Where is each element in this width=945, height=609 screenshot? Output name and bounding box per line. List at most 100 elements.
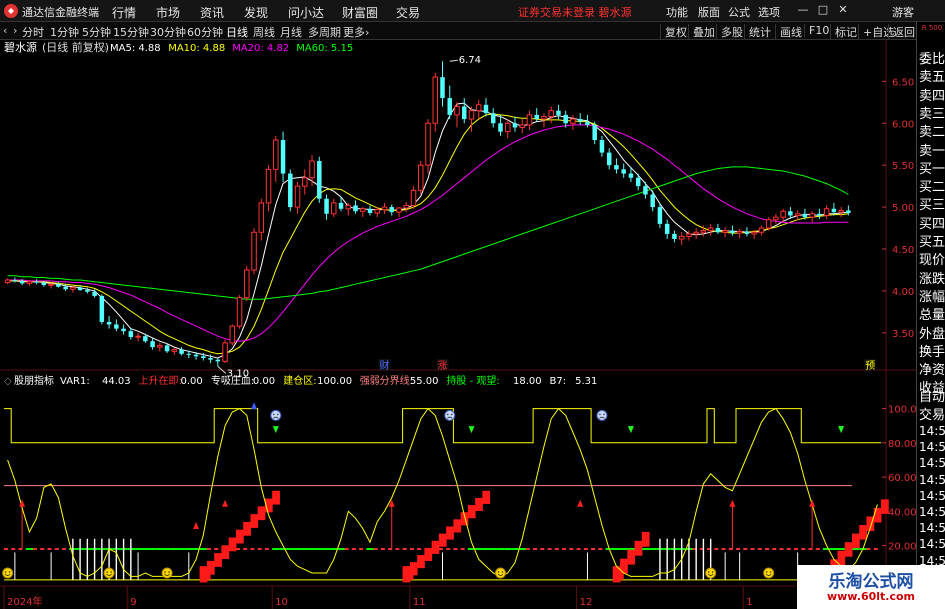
candle-body: [150, 341, 155, 348]
candle-body: [77, 287, 83, 291]
indicator-legend-label: 持股 - 观望:: [446, 374, 499, 387]
chevron-right-icon: ›: [365, 26, 370, 39]
build-position-step: [844, 542, 853, 557]
tab-15min[interactable]: 15分钟: [113, 24, 149, 40]
tab-5min[interactable]: 5分钟: [82, 24, 111, 40]
panel-label[interactable]: 买一: [919, 158, 945, 177]
build-position-step: [431, 540, 440, 554]
maximize-button[interactable]: □: [816, 3, 830, 17]
nav-next-icon[interactable]: ›: [13, 24, 17, 37]
y-tick-label: 4.50: [892, 245, 914, 256]
tab-1min[interactable]: 1分钟: [50, 24, 79, 40]
trade-label[interactable]: 交易: [919, 404, 945, 423]
indicator-y-label: 40.00: [888, 507, 916, 518]
panel-label[interactable]: 外盘: [919, 323, 945, 342]
panel-label[interactable]: 涨跌: [919, 268, 945, 287]
indicator-legend-value: 100.00: [317, 376, 352, 387]
candle-body: [788, 211, 793, 216]
panel-label[interactable]: 换手: [919, 341, 945, 360]
ma-legend-item: MA20: 4.82: [232, 43, 289, 54]
legend-separator-icon: ◇: [99, 43, 107, 54]
tab-timeshare[interactable]: 分时: [22, 24, 44, 40]
candle-body: [635, 177, 641, 187]
guest-label[interactable]: 游客: [892, 4, 914, 20]
auto-trade-label[interactable]: 自动: [919, 386, 945, 405]
panel-header: R 500: [921, 24, 943, 32]
indicator-name: 股朋指标: [14, 374, 54, 387]
tab-30min[interactable]: 30分钟: [150, 24, 186, 40]
candle-body: [773, 216, 779, 221]
panel-label[interactable]: 卖二: [919, 121, 945, 140]
face-eye: [599, 413, 601, 416]
x-tick-label: 12: [580, 597, 593, 608]
menu-function[interactable]: 功能: [666, 4, 688, 20]
stats-button[interactable]: 统计: [744, 24, 771, 40]
menu-news[interactable]: 资讯: [200, 4, 224, 21]
candle-body: [106, 321, 112, 325]
multi-stock-button[interactable]: 多股: [716, 24, 743, 40]
build-position-step: [243, 521, 251, 536]
tab-monthly[interactable]: 月线: [280, 24, 302, 40]
panel-label[interactable]: 总量: [919, 304, 945, 323]
adjust-button[interactable]: 复权: [660, 24, 687, 40]
nav-prev-icon[interactable]: ‹: [3, 24, 7, 37]
tab-daily[interactable]: 日线: [226, 24, 248, 40]
indicator-legend-label: B7:: [550, 376, 567, 387]
minimize-button[interactable]: —: [796, 3, 810, 17]
panel-label[interactable]: 买五: [919, 231, 945, 250]
menu-layout[interactable]: 版面: [698, 4, 720, 20]
candle-body: [157, 344, 163, 348]
candle-body: [410, 189, 417, 206]
tab-more[interactable]: 更多›: [343, 24, 369, 40]
overlay-button[interactable]: 叠加: [688, 24, 715, 40]
menu-discover[interactable]: 发现: [244, 4, 268, 21]
panel-label[interactable]: 卖三: [919, 103, 945, 122]
face-eye: [769, 571, 772, 573]
tab-60min[interactable]: 60分钟: [187, 24, 223, 40]
panel-label[interactable]: 卖四: [919, 85, 945, 104]
build-position-step: [634, 540, 643, 556]
draw-button[interactable]: 画线: [775, 24, 802, 40]
menu-quotes[interactable]: 行情: [112, 4, 136, 21]
menu-ask[interactable]: 问小达: [288, 4, 324, 21]
menu-trade[interactable]: 交易: [396, 4, 420, 21]
menu-options[interactable]: 选项: [758, 4, 780, 20]
stock-chart[interactable]: 3.504.004.505.005.506.006.50碧水源 (日线 前复权)◇…: [0, 40, 916, 609]
f10-button[interactable]: F10: [804, 24, 829, 37]
login-status[interactable]: 证券交易未登录 碧水源: [518, 4, 632, 20]
tab-multi-period[interactable]: 多周期: [308, 24, 341, 40]
panel-label[interactable]: 买三: [919, 194, 945, 213]
panel-label[interactable]: 买四: [919, 213, 945, 232]
candle-body: [707, 227, 714, 232]
back-button[interactable]: 返回: [888, 24, 915, 40]
rise-arrow-icon: [222, 499, 229, 507]
candle-body: [317, 160, 322, 199]
menu-wealth[interactable]: 财富圈: [342, 4, 378, 21]
face-eye: [276, 413, 279, 416]
indicator-legend-label: 强弱分界线:: [360, 374, 413, 387]
candle-body: [367, 208, 373, 213]
fall-arrow-icon: [272, 426, 279, 434]
panel-label[interactable]: 卖五: [919, 66, 945, 85]
build-position-step: [235, 529, 244, 544]
candle-body: [19, 280, 25, 284]
panel-label[interactable]: 委比: [919, 48, 945, 67]
panel-label[interactable]: 买二: [919, 176, 945, 195]
candle-body: [686, 233, 692, 237]
panel-label[interactable]: 涨幅: [919, 286, 945, 305]
candle-body: [244, 269, 250, 299]
candle-body: [374, 209, 381, 214]
candle-body: [490, 113, 496, 124]
panel-label[interactable]: 现价: [919, 249, 945, 268]
menu-formula[interactable]: 公式: [728, 4, 750, 20]
face-eye: [707, 571, 710, 573]
menu-market[interactable]: 市场: [156, 4, 180, 21]
fall-arrow-icon: [627, 426, 634, 434]
mark-button[interactable]: 标记: [830, 24, 857, 40]
panel-label[interactable]: 净资: [919, 359, 945, 378]
panel-label[interactable]: 卖一: [919, 140, 945, 159]
tab-weekly[interactable]: 周线: [253, 24, 275, 40]
candle-body: [693, 231, 699, 235]
close-button[interactable]: ✕: [836, 3, 850, 17]
ma-legend-item: MA10: 4.88: [168, 43, 225, 54]
